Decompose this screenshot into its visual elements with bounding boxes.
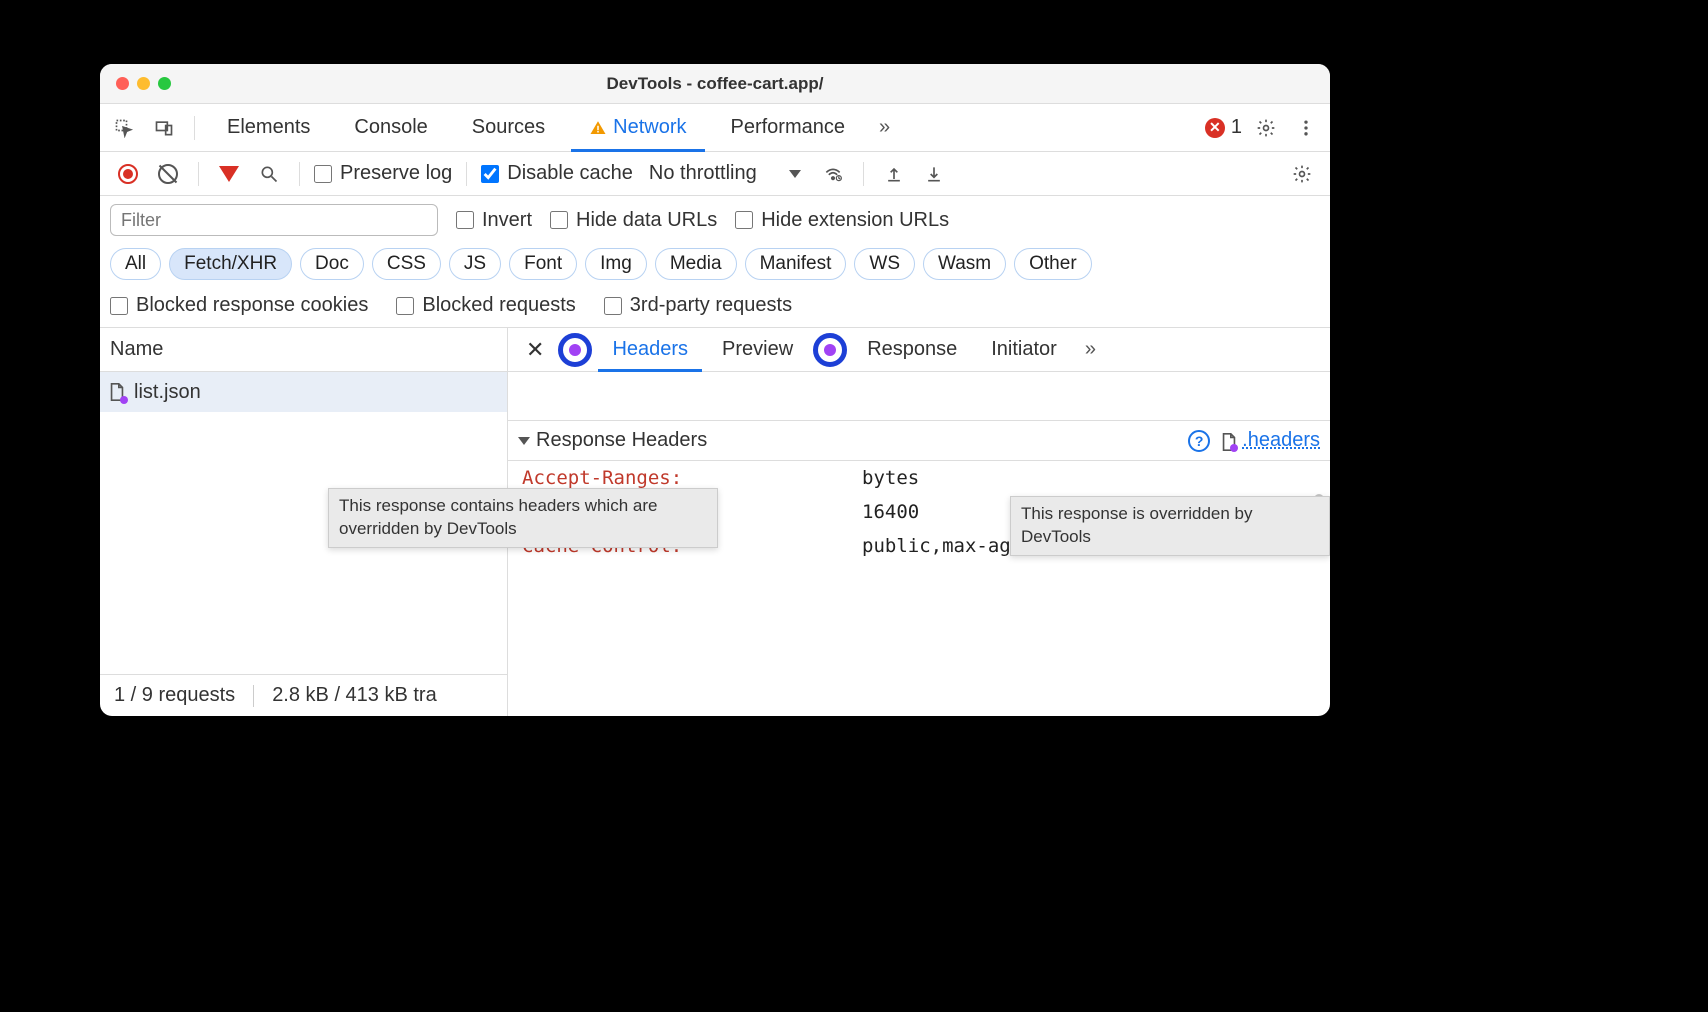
transfer-size: 2.8 kB / 413 kB tra [272, 684, 437, 707]
more-tabs-icon[interactable]: » [871, 116, 898, 139]
response-headers-section-header[interactable]: Response Headers ? .headers [508, 420, 1330, 461]
error-icon: ✕ [1205, 118, 1225, 138]
filter-all[interactable]: All [110, 248, 161, 280]
filter-toggle-icon[interactable] [213, 158, 245, 190]
warning-icon [589, 119, 607, 137]
override-indicator-icon [120, 396, 128, 404]
disclosure-triangle-icon [518, 437, 530, 445]
third-party-checkbox[interactable]: 3rd-party requests [604, 294, 792, 317]
tooltip-headers-override: This response contains headers which are… [328, 488, 718, 548]
header-key: Accept-Ranges: [522, 467, 862, 489]
filter-manifest[interactable]: Manifest [745, 248, 847, 280]
hide-data-urls-checkbox[interactable]: Hide data URLs [550, 209, 717, 232]
tab-initiator[interactable]: Initiator [977, 328, 1071, 372]
close-detail-button[interactable]: ✕ [518, 337, 552, 363]
disable-cache-checkbox[interactable]: Disable cache [481, 162, 633, 185]
preserve-log-checkbox[interactable]: Preserve log [314, 162, 452, 185]
separator [194, 116, 195, 140]
name-column-header[interactable]: Name [100, 328, 507, 372]
search-icon[interactable] [253, 158, 285, 190]
type-filter-row: All Fetch/XHR Doc CSS JS Font Img Media … [100, 244, 1330, 288]
header-value: bytes [862, 467, 1316, 489]
headers-override-marker [558, 333, 592, 367]
titlebar: DevTools - coffee-cart.app/ [100, 64, 1330, 104]
tab-preview[interactable]: Preview [708, 328, 807, 372]
tab-network[interactable]: Network [571, 104, 704, 152]
device-toggle-icon[interactable] [148, 112, 180, 144]
error-count[interactable]: ✕ 1 [1205, 116, 1242, 139]
extra-filter-row: Blocked response cookies Blocked request… [100, 288, 1330, 328]
main-tab-bar: Elements Console Sources Network Perform… [100, 104, 1330, 152]
headers-file-link[interactable]: .headers [1220, 429, 1320, 452]
filter-js[interactable]: JS [449, 248, 501, 280]
request-filename: list.json [134, 381, 201, 404]
throttling-select[interactable]: No throttling [641, 162, 809, 185]
tab-response[interactable]: Response [853, 328, 971, 372]
network-toolbar: Preserve log Disable cache No throttling [100, 152, 1330, 196]
filter-img[interactable]: Img [585, 248, 647, 280]
requests-count: 1 / 9 requests [114, 684, 235, 707]
window-title: DevTools - coffee-cart.app/ [607, 74, 824, 94]
filter-other[interactable]: Other [1014, 248, 1092, 280]
file-icon [108, 382, 126, 402]
filter-media[interactable]: Media [655, 248, 737, 280]
file-icon [1220, 432, 1236, 450]
status-bar: 1 / 9 requests 2.8 kB / 413 kB tra [100, 674, 507, 716]
filter-input[interactable] [110, 204, 438, 236]
filter-doc[interactable]: Doc [300, 248, 364, 280]
request-row[interactable]: list.json [100, 372, 507, 412]
response-override-marker [813, 333, 847, 367]
tab-performance[interactable]: Performance [713, 104, 864, 152]
override-indicator-icon [1230, 444, 1238, 452]
filter-ws[interactable]: WS [854, 248, 915, 280]
settings-icon[interactable] [1250, 112, 1282, 144]
record-button[interactable] [112, 158, 144, 190]
close-window-button[interactable] [116, 77, 129, 90]
filter-font[interactable]: Font [509, 248, 577, 280]
detail-tab-bar: ✕ Headers Preview Response Initiator » [508, 328, 1330, 372]
network-conditions-icon[interactable] [817, 158, 849, 190]
filter-css[interactable]: CSS [372, 248, 441, 280]
tab-console[interactable]: Console [336, 104, 445, 152]
tab-sources[interactable]: Sources [454, 104, 563, 152]
download-har-icon[interactable] [918, 158, 950, 190]
minimize-window-button[interactable] [137, 77, 150, 90]
maximize-window-button[interactable] [158, 77, 171, 90]
blocked-requests-checkbox[interactable]: Blocked requests [396, 294, 575, 317]
tab-headers[interactable]: Headers [598, 328, 702, 372]
tooltip-response-override: This response is overridden by DevTools [1010, 496, 1330, 556]
network-settings-icon[interactable] [1286, 158, 1318, 190]
more-detail-tabs-icon[interactable]: » [1077, 338, 1104, 361]
filter-wasm[interactable]: Wasm [923, 248, 1006, 280]
filter-row: Invert Hide data URLs Hide extension URL… [100, 196, 1330, 244]
hide-extension-urls-checkbox[interactable]: Hide extension URLs [735, 209, 949, 232]
tab-elements[interactable]: Elements [209, 104, 328, 152]
upload-har-icon[interactable] [878, 158, 910, 190]
devtools-window: DevTools - coffee-cart.app/ Elements Con… [100, 64, 1330, 716]
filter-fetchxhr[interactable]: Fetch/XHR [169, 248, 292, 280]
blocked-cookies-checkbox[interactable]: Blocked response cookies [110, 294, 368, 317]
clear-button[interactable] [152, 158, 184, 190]
chevron-down-icon [789, 170, 801, 178]
inspect-icon[interactable] [108, 112, 140, 144]
help-icon[interactable]: ? [1188, 430, 1210, 452]
kebab-menu-icon[interactable] [1290, 112, 1322, 144]
traffic-lights [116, 77, 171, 90]
invert-checkbox[interactable]: Invert [456, 209, 532, 232]
